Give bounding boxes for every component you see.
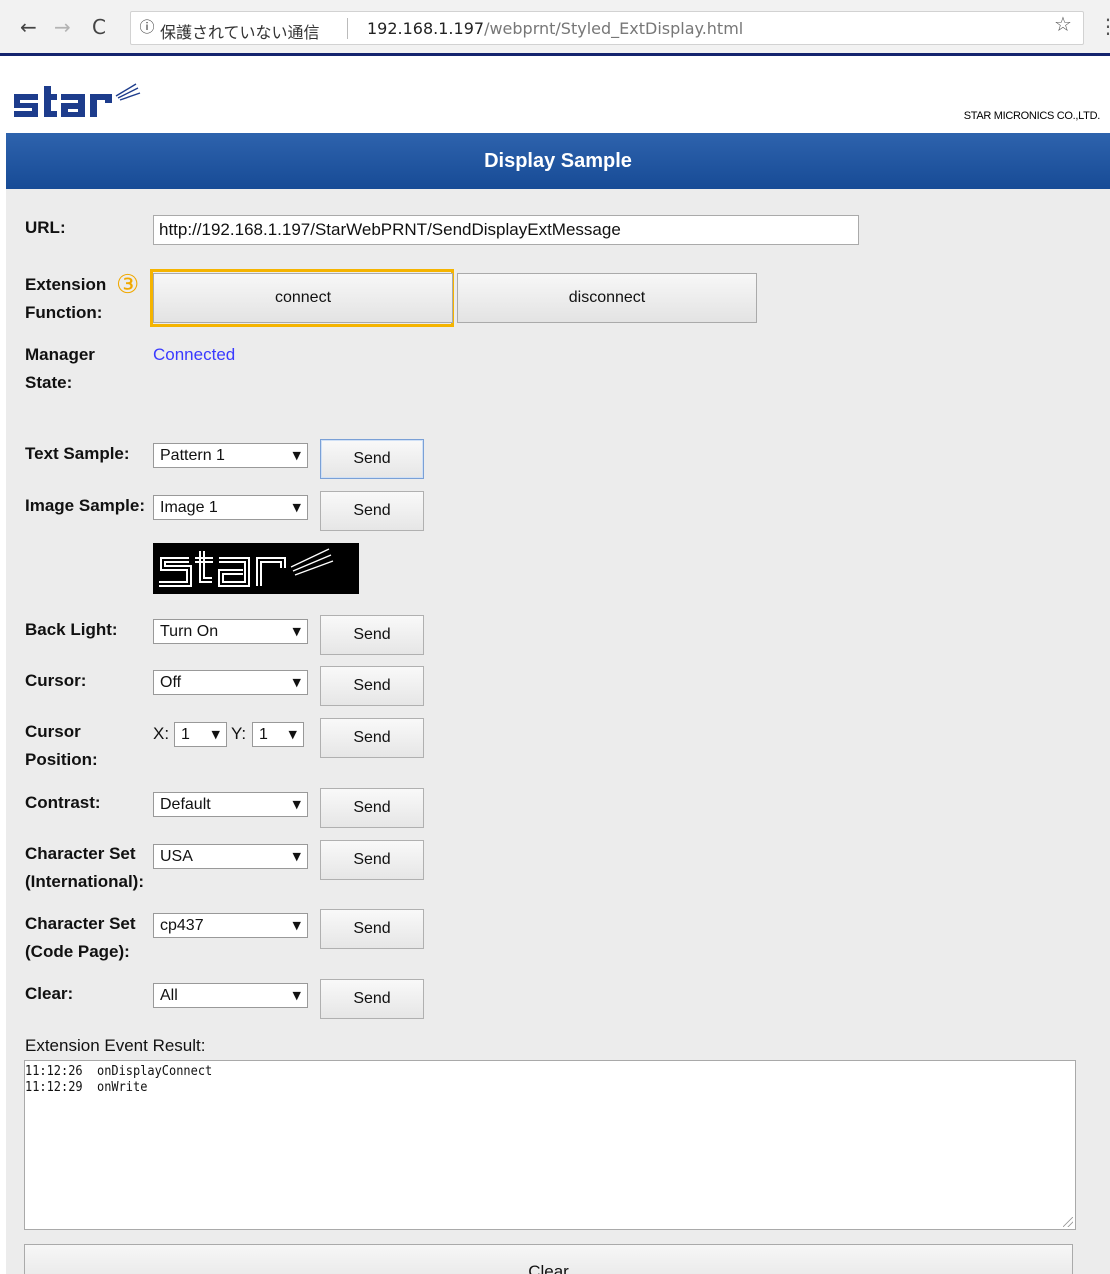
charset-code-select[interactable]: cp437 ▼ bbox=[153, 913, 308, 938]
page-title: Display Sample bbox=[6, 133, 1110, 189]
menu-icon[interactable]: ⋮ bbox=[1098, 14, 1110, 38]
disconnect-button[interactable]: disconnect bbox=[457, 273, 757, 323]
cursor-send-button[interactable]: Send bbox=[320, 666, 424, 706]
charset-code-label-line2: (Code Page): bbox=[25, 942, 130, 961]
cursor-position-label-line1: Cursor bbox=[25, 722, 81, 741]
event-result-textarea[interactable]: 11:12:26 onDisplayConnect 11:12:29 onWri… bbox=[24, 1060, 1076, 1230]
cursor-x-value: 1 bbox=[181, 726, 190, 743]
clear-log-button[interactable]: Clear bbox=[24, 1244, 1073, 1274]
contrast-value: Default bbox=[160, 796, 211, 813]
chevron-down-icon: ▼ bbox=[292, 625, 301, 638]
cursor-position-send-button[interactable]: Send bbox=[320, 718, 424, 758]
url-input[interactable] bbox=[153, 215, 859, 245]
text-sample-label: Text Sample: bbox=[25, 444, 130, 463]
text-sample-value: Pattern 1 bbox=[160, 447, 225, 464]
charset-code-label: Character Set (Code Page): bbox=[25, 910, 136, 966]
back-light-label: Back Light: bbox=[25, 620, 118, 639]
cursor-position-label-line2: Position: bbox=[25, 750, 98, 769]
chevron-down-icon: ▼ bbox=[292, 919, 301, 932]
manager-label-line1: Manager bbox=[25, 345, 95, 364]
event-line: 11:12:26 onDisplayConnect bbox=[25, 1064, 213, 1079]
star-logo bbox=[14, 83, 141, 117]
charset-intl-value: USA bbox=[160, 848, 193, 865]
chevron-down-icon: ▼ bbox=[288, 728, 297, 741]
cursor-y-label: Y: bbox=[231, 724, 247, 743]
chevron-down-icon: ▼ bbox=[292, 449, 301, 462]
image-sample-label: Image Sample: bbox=[25, 496, 145, 515]
charset-code-label-line1: Character Set bbox=[25, 914, 136, 933]
cursor-label: Cursor: bbox=[25, 671, 87, 690]
charset-intl-send-button[interactable]: Send bbox=[320, 840, 424, 880]
charset-intl-label: Character Set (International): bbox=[25, 840, 144, 896]
url-host: 192.168.1.197 bbox=[367, 19, 485, 38]
chevron-down-icon: ▼ bbox=[292, 798, 301, 811]
extension-function-label: Extension Function: bbox=[25, 271, 106, 327]
chevron-down-icon: ▼ bbox=[292, 501, 301, 514]
clear-send-button[interactable]: Send bbox=[320, 979, 424, 1019]
company-name: STAR MICRONICS CO.,LTD. bbox=[963, 110, 1101, 122]
chevron-down-icon: ▼ bbox=[292, 989, 301, 1002]
back-light-select[interactable]: Turn On ▼ bbox=[153, 619, 308, 644]
cursor-position-label: Cursor Position: bbox=[25, 718, 98, 774]
cursor-value: Off bbox=[160, 674, 182, 691]
address-bar[interactable]: ⓘ 保護されていない通信 192.168.1.197/webprnt/Style… bbox=[130, 11, 1084, 45]
back-light-value: Turn On bbox=[160, 623, 219, 640]
chevron-down-icon: ▼ bbox=[292, 676, 301, 689]
manager-status: Connected bbox=[153, 345, 236, 364]
extension-label-line1: Extension bbox=[25, 275, 107, 294]
bookmark-star-icon[interactable]: ☆ bbox=[1054, 12, 1072, 36]
manager-label-line2: State: bbox=[25, 373, 73, 392]
address-url[interactable]: 192.168.1.197/webprnt/Styled_ExtDisplay.… bbox=[367, 19, 743, 38]
chevron-down-icon: ▼ bbox=[211, 728, 220, 741]
image-sample-send-button[interactable]: Send bbox=[320, 491, 424, 531]
image-sample-value: Image 1 bbox=[160, 499, 218, 516]
charset-intl-select[interactable]: USA ▼ bbox=[153, 844, 308, 869]
info-icon[interactable]: ⓘ bbox=[138, 18, 156, 36]
address-separator bbox=[347, 18, 348, 39]
clear-value: All bbox=[160, 987, 178, 1004]
charset-intl-label-line2: (International): bbox=[25, 872, 144, 891]
cursor-select[interactable]: Off ▼ bbox=[153, 670, 308, 695]
charset-intl-label-line1: Character Set bbox=[25, 844, 136, 863]
image-sample-select[interactable]: Image 1 ▼ bbox=[153, 495, 308, 520]
contrast-select[interactable]: Default ▼ bbox=[153, 792, 308, 817]
text-sample-select[interactable]: Pattern 1 ▼ bbox=[153, 443, 308, 468]
image-sample-preview bbox=[153, 543, 359, 594]
contrast-send-button[interactable]: Send bbox=[320, 788, 424, 828]
extension-label-line2: Function: bbox=[25, 303, 103, 322]
url-path: /webprnt/Styled_ExtDisplay.html bbox=[484, 19, 744, 38]
forward-arrow-icon[interactable]: → bbox=[54, 14, 71, 40]
cursor-y-select[interactable]: 1 ▼ bbox=[252, 722, 304, 747]
contrast-label: Contrast: bbox=[25, 793, 101, 812]
resize-handle-icon[interactable] bbox=[1063, 1217, 1073, 1227]
event-line: 11:12:29 onWrite bbox=[25, 1080, 148, 1095]
browser-toolbar: ← → C ⓘ 保護されていない通信 192.168.1.197/webprnt… bbox=[0, 0, 1110, 56]
url-label: URL: bbox=[25, 218, 66, 237]
cursor-y-value: 1 bbox=[259, 726, 268, 743]
connect-button[interactable]: connect bbox=[153, 273, 453, 323]
back-light-send-button[interactable]: Send bbox=[320, 615, 424, 655]
security-indicator: 保護されていない通信 bbox=[160, 23, 320, 42]
cursor-x-select[interactable]: 1 ▼ bbox=[174, 722, 227, 747]
event-result-label: Extension Event Result: bbox=[25, 1036, 206, 1055]
step-annotation: ③ bbox=[116, 270, 140, 300]
charset-code-value: cp437 bbox=[160, 917, 204, 934]
manager-state-label: Manager State: bbox=[25, 341, 95, 397]
clear-label: Clear: bbox=[25, 984, 74, 1003]
clear-select[interactable]: All ▼ bbox=[153, 983, 308, 1008]
chevron-down-icon: ▼ bbox=[292, 850, 301, 863]
text-sample-send-button[interactable]: Send bbox=[320, 439, 424, 479]
back-arrow-icon[interactable]: ← bbox=[20, 14, 37, 40]
reload-icon[interactable]: C bbox=[92, 14, 106, 40]
cursor-x-label: X: bbox=[153, 724, 170, 743]
charset-code-send-button[interactable]: Send bbox=[320, 909, 424, 949]
